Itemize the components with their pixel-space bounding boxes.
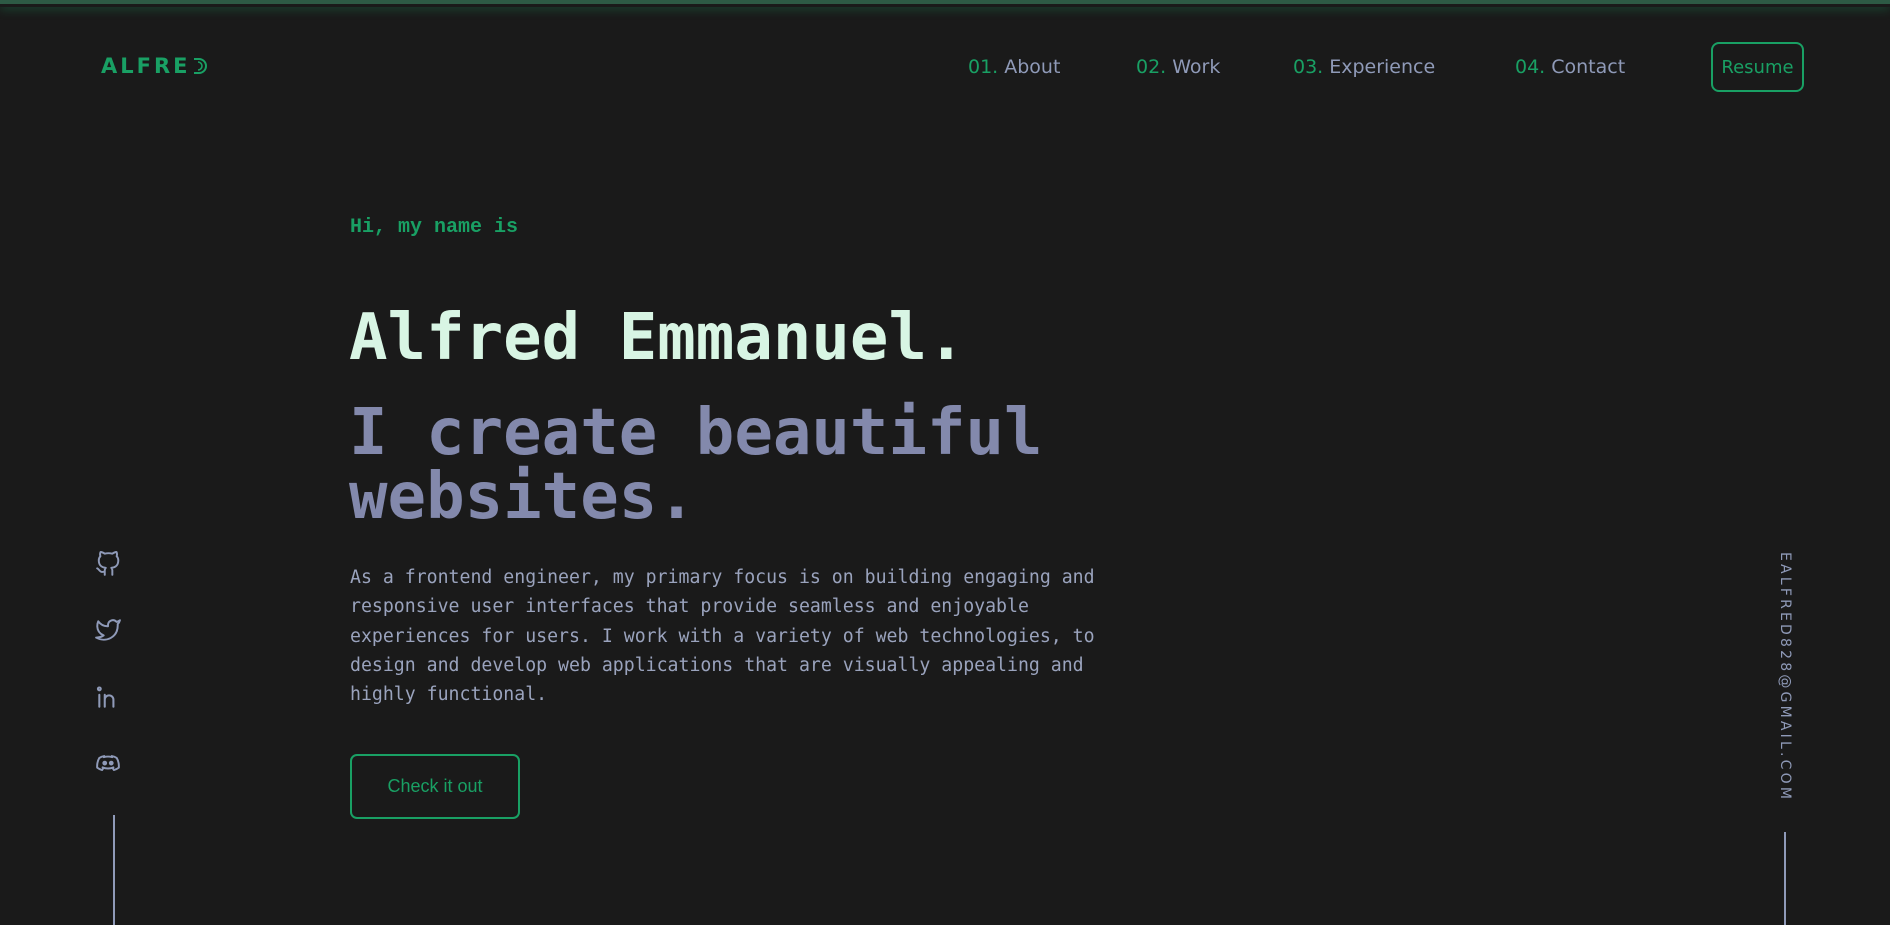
nav-item-label: Experience bbox=[1329, 56, 1436, 78]
logo-text: ALFRE bbox=[101, 54, 191, 78]
hero-tagline: I create beautiful websites. bbox=[349, 396, 1043, 534]
nav-item-number: 04. bbox=[1515, 56, 1546, 78]
top-accent-bar bbox=[0, 0, 1890, 7]
crescent-d-icon bbox=[193, 58, 207, 74]
left-vertical-line bbox=[113, 815, 115, 925]
nav-item-label: Contact bbox=[1551, 56, 1626, 78]
nav-item-about[interactable]: 01. About bbox=[968, 54, 1060, 80]
nav-item-label: About bbox=[1004, 56, 1061, 78]
nav-item-contact[interactable]: 04. Contact bbox=[1515, 54, 1625, 80]
site-logo[interactable]: ALFRE bbox=[101, 54, 210, 78]
nav-item-number: 02. bbox=[1136, 56, 1167, 78]
check-it-out-button[interactable]: Check it out bbox=[350, 754, 520, 819]
nav-item-work[interactable]: 02. Work bbox=[1136, 54, 1220, 80]
intro-text: Hi, my name is bbox=[350, 216, 519, 239]
hero-bio: As a frontend engineer, my primary focus… bbox=[350, 567, 1095, 706]
nav-item-number: 01. bbox=[968, 56, 999, 78]
github-icon[interactable] bbox=[94, 550, 122, 578]
resume-button[interactable]: Resume bbox=[1711, 42, 1804, 92]
discord-icon[interactable] bbox=[94, 748, 122, 776]
nav-item-label: Work bbox=[1172, 56, 1221, 78]
nav-item-experience[interactable]: 03. Experience bbox=[1293, 54, 1435, 80]
twitter-icon[interactable] bbox=[94, 616, 122, 644]
nav-item-number: 03. bbox=[1293, 56, 1324, 78]
linkedin-icon[interactable] bbox=[94, 683, 122, 711]
hero-name: Alfred Emmanuel. bbox=[349, 301, 966, 375]
email-link[interactable]: EALFRED828@GMAIL.COM bbox=[1772, 552, 1798, 802]
right-vertical-line bbox=[1784, 832, 1786, 925]
